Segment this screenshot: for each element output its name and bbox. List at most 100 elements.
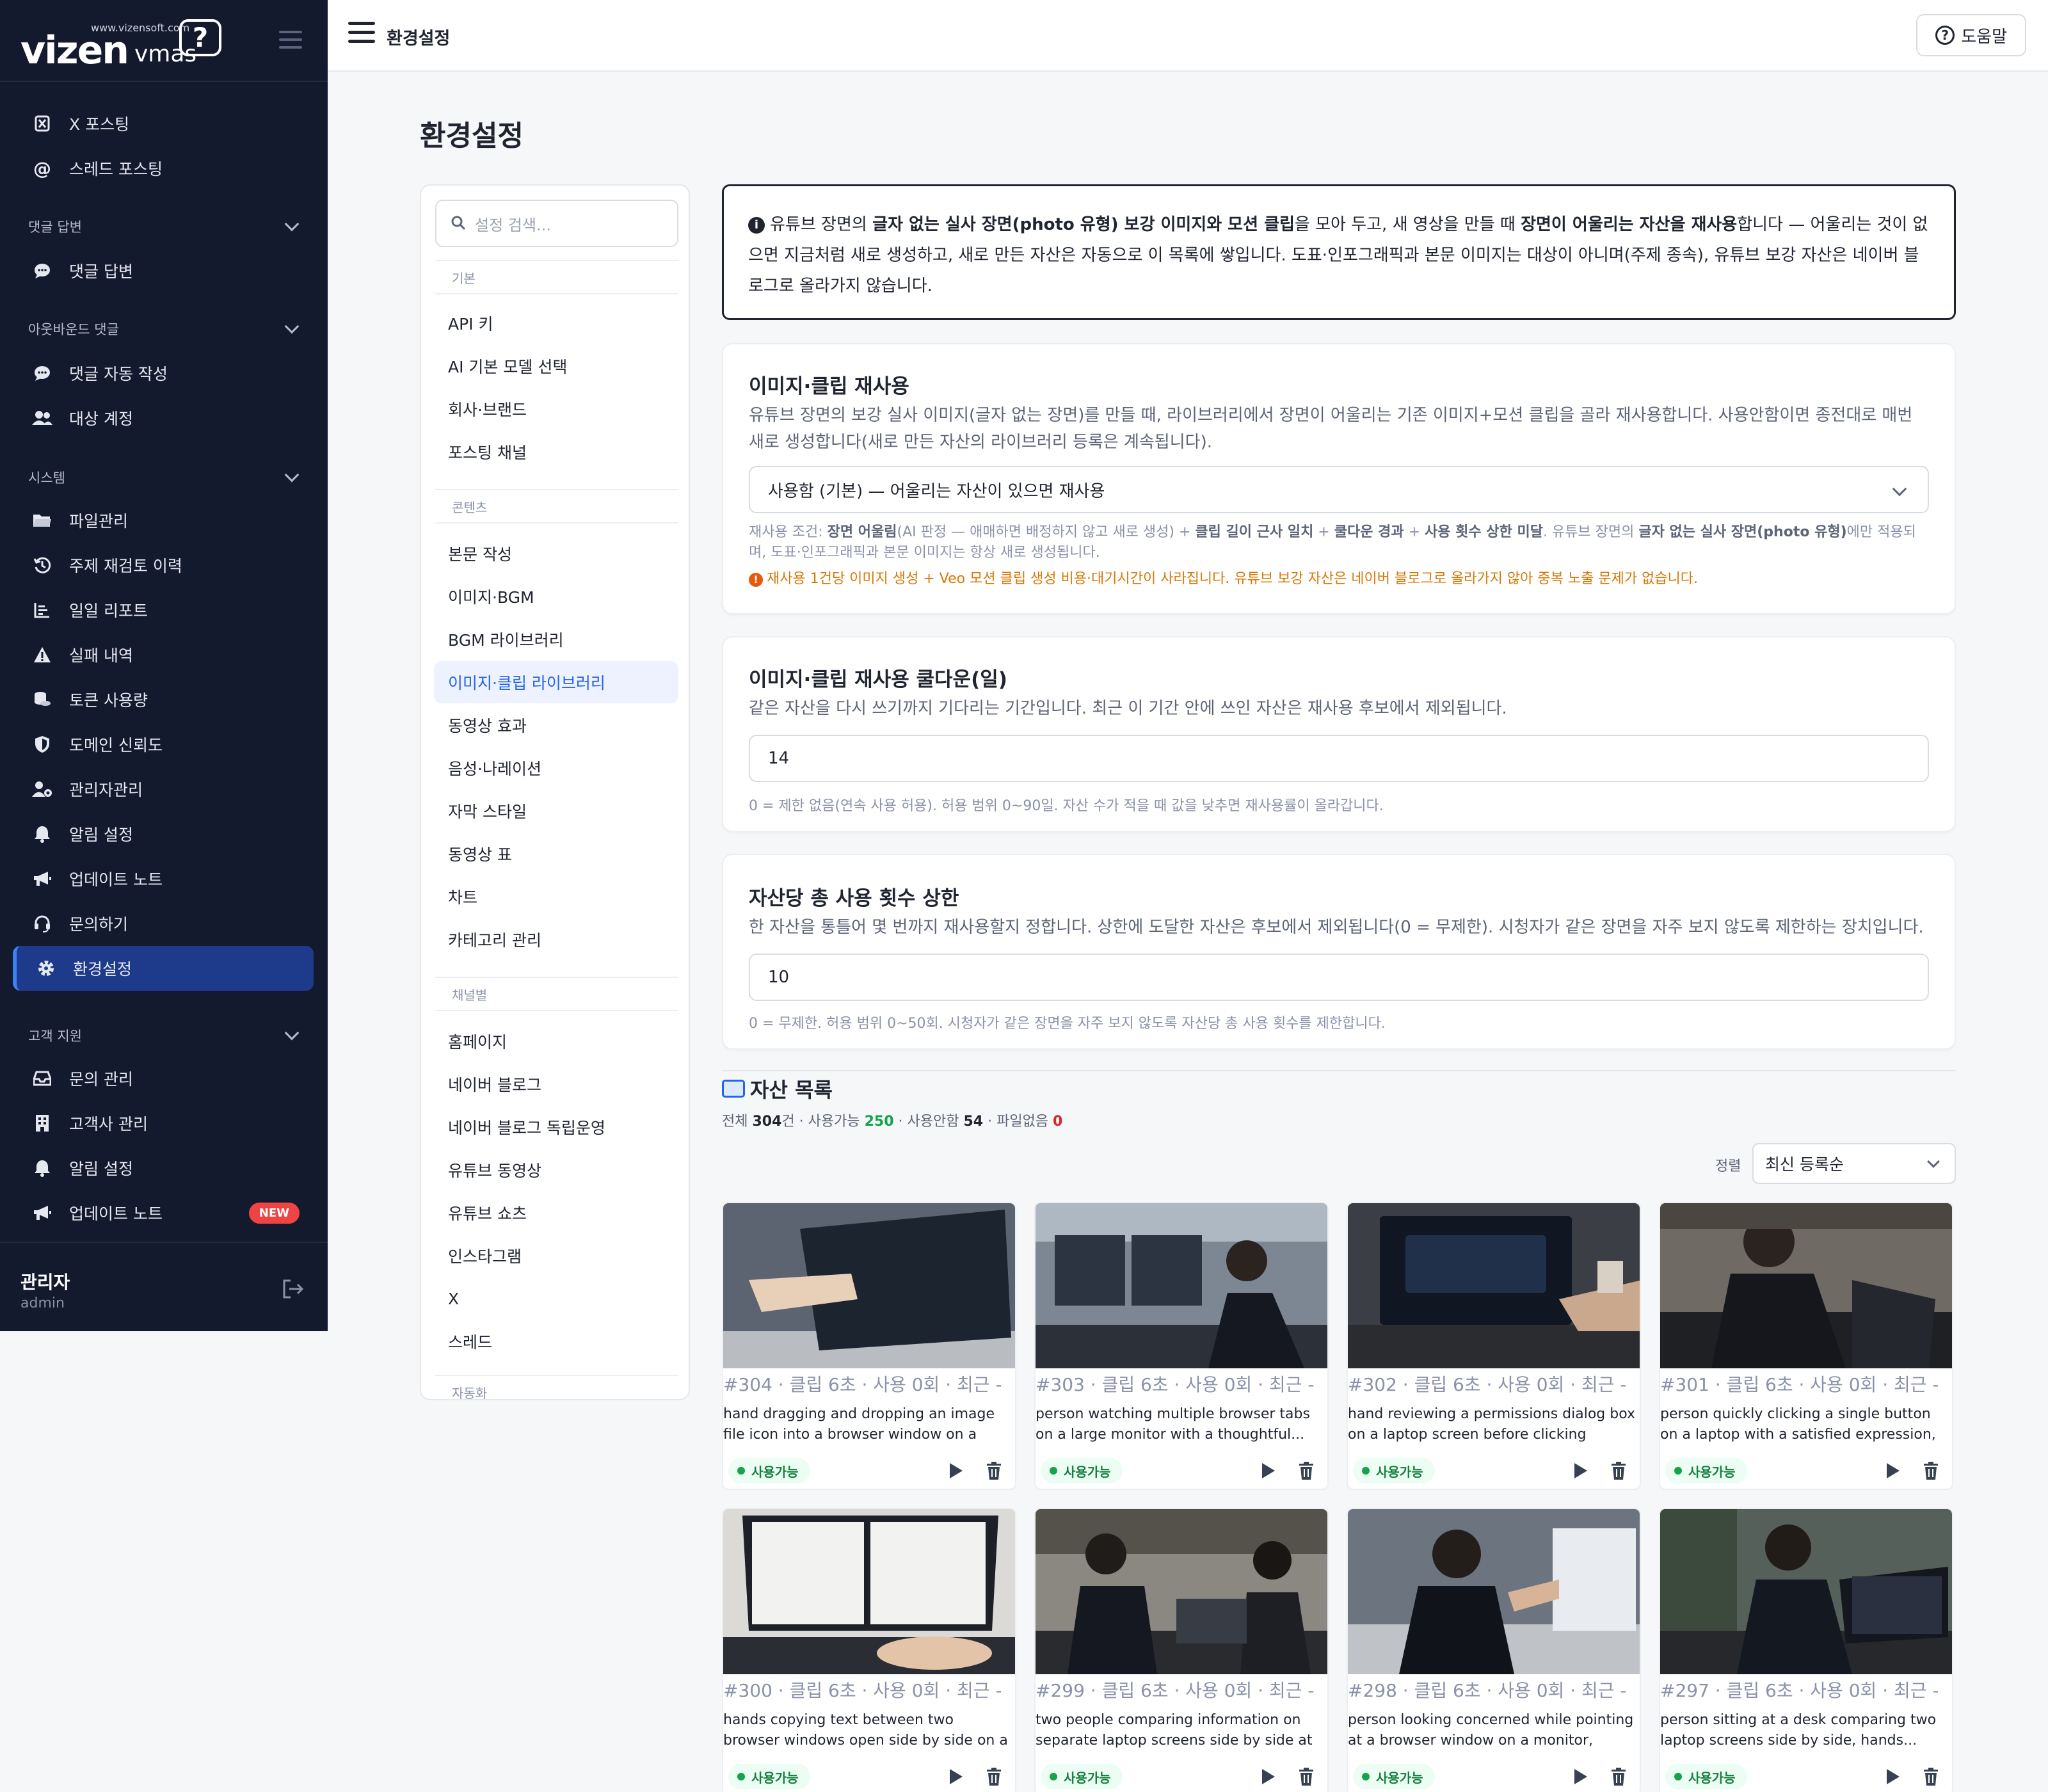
sidebar-item-failure-log[interactable]: 실패 내역 (13, 632, 314, 677)
sidebar-item-target-accounts[interactable]: 대상 계정 (13, 396, 314, 440)
play-icon[interactable] (950, 1769, 963, 1784)
asset-thumbnail[interactable] (1036, 1509, 1327, 1674)
sidebar-item-domain-trust[interactable]: 도메인 신뢰도 (13, 722, 314, 767)
nav-item-x[interactable]: X (434, 1277, 678, 1320)
sidebar-item-threads-posting[interactable]: @ 스레드 포스팅 (13, 146, 314, 191)
nav-item-youtube-video[interactable]: 유튜브 동영상 (434, 1149, 678, 1191)
nav-item-subtitle-style[interactable]: 자막 스타일 (434, 790, 678, 832)
sidebar-item-daily-report[interactable]: 일일 리포트 (13, 588, 314, 632)
sidebar-item-admin-management[interactable]: 관리자관리 (13, 767, 314, 812)
play-icon[interactable] (1574, 1769, 1587, 1784)
asset-thumbnail[interactable] (1660, 1203, 1952, 1368)
asset-card[interactable]: #297 · 클립 6초 · 사용 0회 · 최근 - person sittin… (1659, 1508, 1953, 1792)
play-icon[interactable] (1574, 1463, 1587, 1478)
asset-thumbnail[interactable] (1348, 1509, 1640, 1674)
asset-thumbnail[interactable] (1660, 1509, 1952, 1674)
asset-thumbnail[interactable] (1036, 1203, 1327, 1368)
sidebar-section-customer-support[interactable]: 고객 지원 (28, 1023, 300, 1048)
nav-item-posting-channel[interactable]: 포스팅 채널 (434, 431, 678, 473)
trash-icon[interactable] (1299, 1462, 1313, 1480)
menu-toggle-icon[interactable] (348, 22, 375, 45)
trash-icon[interactable] (1299, 1768, 1313, 1786)
asset-thumbnail[interactable] (1348, 1203, 1640, 1368)
sidebar-item-contact[interactable]: 문의하기 (13, 901, 314, 946)
asset-card[interactable]: #302 · 클립 6초 · 사용 0회 · 최근 - hand reviewin… (1347, 1202, 1641, 1490)
sidebar-item-x-posting[interactable]: X 포스팅 (13, 101, 314, 146)
sidebar-item-update-notes-2[interactable]: 업데이트 노트 NEW (13, 1190, 314, 1234)
cooldown-input[interactable]: 14 (749, 735, 1929, 782)
building-icon (31, 1112, 54, 1135)
asset-card[interactable]: #298 · 클립 6초 · 사용 0회 · 최근 - person lookin… (1347, 1508, 1641, 1792)
play-icon[interactable] (1887, 1769, 1900, 1784)
sidebar-item-token-usage[interactable]: 토큰 사용량 (13, 677, 314, 722)
trash-icon[interactable] (1924, 1462, 1938, 1480)
sidebar-footer: 관리자 admin (0, 1242, 328, 1331)
usage-limit-input[interactable]: 10 (749, 954, 1929, 1001)
asset-card[interactable]: #300 · 클립 6초 · 사용 0회 · 최근 - hands copying… (722, 1508, 1016, 1792)
nav-item-video-table[interactable]: 동영상 표 (434, 833, 678, 875)
trash-icon[interactable] (987, 1462, 1001, 1480)
nav-item-bgm-library[interactable]: BGM 라이브러리 (434, 618, 678, 660)
sidebar-item-settings[interactable]: 환경설정 (13, 946, 314, 991)
nav-item-company-brand[interactable]: 회사·브랜드 (434, 388, 678, 430)
chevron-down-icon (1892, 481, 1907, 497)
nav-item-voice-narration[interactable]: 음성·나레이션 (434, 747, 678, 789)
question-circle-icon: ? (1935, 26, 1955, 45)
sidebar-item-label: 도메인 신뢰도 (69, 736, 163, 755)
nav-item-threads[interactable]: 스레드 (434, 1320, 678, 1363)
trash-icon[interactable] (987, 1768, 1001, 1786)
sidebar-menu[interactable]: X 포스팅 @ 스레드 포스팅 댓글 답변 댓글 답변 아웃바운드 댓글 댓글 … (0, 82, 328, 1234)
trash-icon[interactable] (1612, 1768, 1626, 1786)
asset-description: hand dragging and dropping an image file… (723, 1406, 995, 1443)
reuse-select[interactable]: 사용함 (기본) — 어울리는 자산이 있으면 재사용 (749, 466, 1929, 513)
sort-select[interactable]: 최신 등록순 (1752, 1143, 1956, 1184)
asset-card[interactable]: #304 · 클립 6초 · 사용 0회 · 최근 - hand dragging… (722, 1202, 1016, 1490)
sidebar-item-file-management[interactable]: 파일관리 (13, 498, 314, 543)
sidebar-item-comment-reply[interactable]: 댓글 답변 (13, 248, 314, 293)
nav-item-body-writing[interactable]: 본문 작성 (434, 532, 678, 575)
chevron-down-icon (284, 319, 300, 334)
nav-item-chart[interactable]: 차트 (434, 876, 678, 918)
play-icon[interactable] (1262, 1463, 1275, 1478)
logo[interactable]: www.vizensoft.com vizen vmas ? (20, 17, 221, 73)
sidebar-item-notification-settings-2[interactable]: 알림 설정 (13, 1146, 314, 1190)
sidebar-section-comment-reply[interactable]: 댓글 답변 (28, 214, 300, 239)
nav-item-homepage[interactable]: 홈페이지 (434, 1020, 678, 1062)
play-icon[interactable] (1887, 1463, 1900, 1478)
logout-icon[interactable] (282, 1279, 307, 1299)
usage-limit-setting-card: 자산당 총 사용 횟수 상한 한 자산을 통틀어 몇 번까지 재사용할지 정합니… (722, 854, 1956, 1050)
nav-item-image-clip-library[interactable]: 이미지·클립 라이브러리 (434, 661, 678, 703)
nav-item-image-bgm[interactable]: 이미지·BGM (434, 575, 678, 618)
asset-card[interactable]: #301 · 클립 6초 · 사용 0회 · 최근 - person quickl… (1659, 1202, 1953, 1490)
asset-card[interactable]: #303 · 클립 6초 · 사용 0회 · 최근 - person watchi… (1034, 1202, 1329, 1490)
sidebar-item-topic-review-history[interactable]: 주제 재검토 이력 (13, 543, 314, 588)
trash-icon[interactable] (1612, 1462, 1626, 1480)
help-button[interactable]: ? 도움말 (1916, 14, 2026, 56)
asset-card[interactable]: #299 · 클립 6초 · 사용 0회 · 최근 - two people co… (1034, 1508, 1329, 1792)
sidebar-section-outbound[interactable]: 아웃바운드 댓글 (28, 316, 300, 342)
nav-item-video-effects[interactable]: 동영상 효과 (434, 704, 678, 746)
asset-thumbnail[interactable] (723, 1203, 1015, 1368)
settings-search-input[interactable]: 설정 검색... (435, 200, 678, 247)
sidebar-item-update-notes[interactable]: 업데이트 노트 (13, 856, 314, 901)
play-icon[interactable] (950, 1463, 963, 1478)
asset-status-badge: 사용가능 (1665, 1764, 1747, 1789)
sidebar-section-system[interactable]: 시스템 (28, 465, 300, 490)
nav-item-api-key[interactable]: API 키 (434, 302, 678, 344)
nav-item-naver-blog-independent[interactable]: 네이버 블로그 독립운영 (434, 1106, 678, 1148)
nav-item-naver-blog[interactable]: 네이버 블로그 (434, 1063, 678, 1105)
play-icon[interactable] (1262, 1769, 1275, 1784)
sidebar-item-inquiry-management[interactable]: 문의 관리 (13, 1056, 314, 1101)
nav-item-instagram[interactable]: 인스타그램 (434, 1235, 678, 1277)
nav-item-ai-model[interactable]: AI 기본 모델 선택 (434, 345, 678, 387)
sidebar-item-auto-comment[interactable]: 댓글 자동 작성 (13, 351, 314, 396)
stats-missing: 0 (1053, 1114, 1063, 1130)
x-logo-icon (31, 112, 54, 135)
sidebar-item-notification-settings[interactable]: 알림 설정 (13, 812, 314, 856)
trash-icon[interactable] (1924, 1768, 1938, 1786)
nav-item-youtube-shorts[interactable]: 유튜브 쇼츠 (434, 1192, 678, 1234)
nav-item-category-management[interactable]: 카테고리 관리 (434, 918, 678, 961)
sidebar-collapse-icon[interactable] (279, 31, 302, 49)
asset-thumbnail[interactable] (723, 1509, 1015, 1674)
sidebar-item-client-management[interactable]: 고객사 관리 (13, 1101, 314, 1146)
